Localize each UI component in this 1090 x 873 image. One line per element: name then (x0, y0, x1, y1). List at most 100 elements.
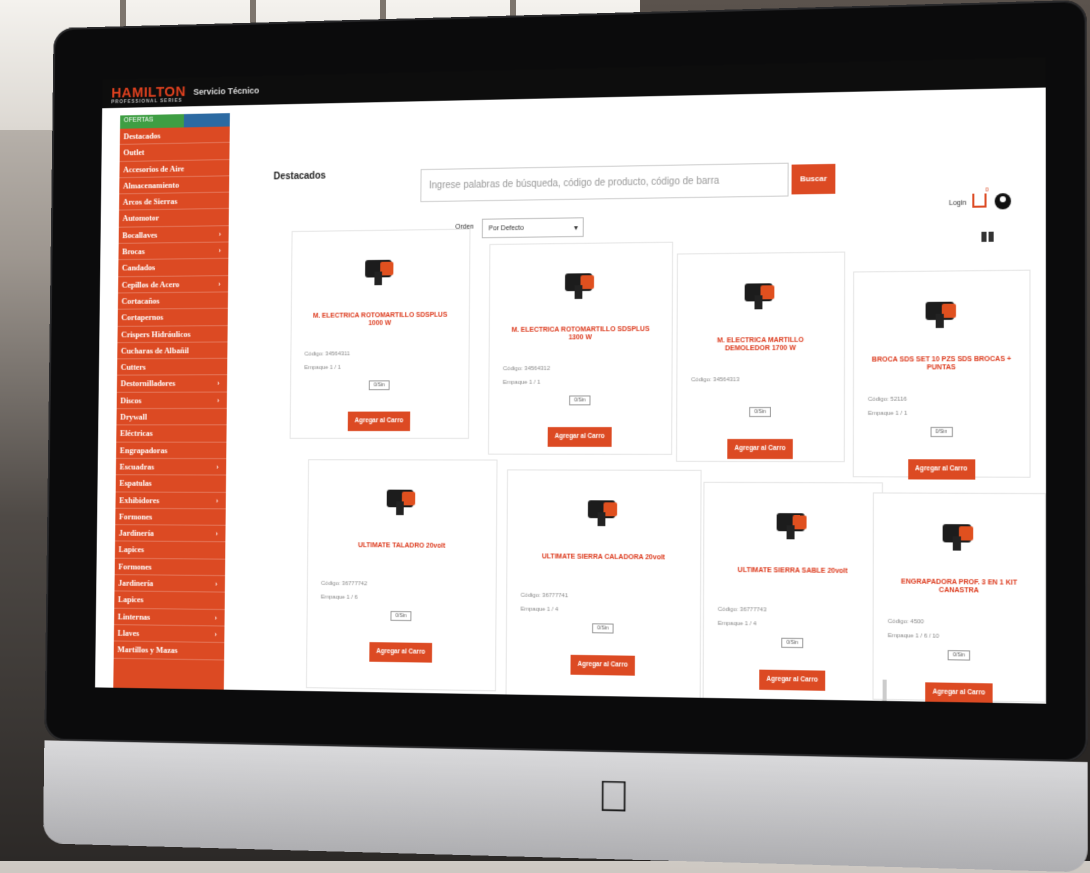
search-button[interactable]: Buscar (791, 163, 836, 195)
product-card[interactable]: ULTIMATE SIERRA CALADORA 20volt Código: 3… (505, 469, 702, 704)
cart-icon[interactable] (972, 193, 987, 208)
sidebar-item[interactable]: Eléctricas (116, 425, 227, 443)
sidebar-item[interactable]: Outlet (119, 143, 230, 162)
product-image[interactable] (937, 516, 982, 551)
product-name[interactable]: M. ELECTRICA ROTOMARTILLO SDSPLUS 1000 W (309, 312, 451, 329)
sidebar-item[interactable]: Linternas › (114, 608, 225, 627)
sidebar-item[interactable]: Candados (118, 259, 229, 277)
product-image[interactable] (582, 492, 625, 527)
sidebar-item[interactable]: Engrapadoras (116, 442, 227, 460)
sidebar-item[interactable]: Lapices (114, 591, 225, 610)
product-card[interactable]: ENGRAPADORA PROF. 3 EN 1 KIT CANASTRA Cód… (872, 492, 1047, 704)
sidebar-item[interactable]: Jardinería › (115, 525, 226, 543)
sidebar-item[interactable]: Cutters (117, 358, 228, 377)
nav-link-servicio-tecnico[interactable]: Servicio Técnico (193, 86, 259, 97)
product-card[interactable]: M. ELECTRICA ROTOMARTILLO SDSPLUS 1000 W… (289, 228, 471, 439)
product-name[interactable]: ULTIMATE SIERRA SABLE 20volt (722, 567, 864, 576)
sidebar-item[interactable]: Cucharas de Albañil (117, 342, 228, 360)
product-card[interactable]: ULTIMATE SIERRA SABLE 20volt Código: 3677… (702, 481, 883, 704)
tool-handle-shape (935, 313, 944, 329)
quantity-field[interactable]: 0/Sin (592, 623, 614, 634)
add-to-cart-button[interactable]: Agregar al Carro (547, 427, 612, 447)
order-select[interactable]: Por Defecto (481, 217, 584, 239)
product-name[interactable]: ENGRAPADORA PROF. 3 EN 1 KIT CANASTRA (891, 578, 1028, 596)
sidebar-item-label: Arcos de Sierras (122, 196, 178, 207)
chevron-right-icon: › (215, 578, 218, 588)
quantity-field[interactable]: 0/Sin (569, 395, 591, 406)
scrollbar[interactable] (882, 679, 887, 704)
sidebar-item[interactable]: Arcos de Sierras (119, 192, 230, 211)
sidebar-item[interactable]: Automotor (118, 209, 229, 228)
login-link[interactable]: Login (949, 200, 966, 207)
product-pack: Empaque 1 / 1 (304, 365, 341, 371)
add-to-cart-button[interactable]: Agregar al Carro (759, 669, 826, 691)
add-to-cart-button[interactable]: Agregar al Carro (570, 654, 635, 676)
product-name[interactable]: BROCA SDS SET 10 PZS SDS BROCAS + PUNTAS (871, 356, 1011, 373)
sidebar-tab-ofertas[interactable]: OFERTAS (120, 114, 184, 129)
quantity-field[interactable]: 0/Sin (749, 407, 772, 418)
product-image[interactable] (771, 505, 815, 540)
search-input[interactable]: Ingrese palabras de búsqueda, código de … (420, 162, 789, 203)
sidebar-tab-blue[interactable] (183, 113, 230, 128)
sidebar-item-label: Lapices (117, 594, 144, 605)
sidebar-item[interactable]: Brocas › (118, 242, 229, 261)
sidebar-item[interactable]: Almacenamiento (119, 176, 230, 195)
chevron-right-icon: › (217, 378, 220, 388)
brand-logo[interactable]: HAMILTON PROFESSIONAL SERIES (111, 84, 186, 106)
sidebar-item-label: Destacados (123, 130, 161, 142)
product-card[interactable]: M. ELECTRICA ROTOMARTILLO SDSPLUS 1300 W… (487, 241, 674, 455)
chevron-right-icon: › (215, 495, 219, 505)
add-to-cart-button[interactable]: Agregar al Carro (347, 411, 411, 432)
quantity-field[interactable]: 0/Sin (368, 380, 390, 391)
product-code: Código: 36777743 (717, 606, 767, 614)
sidebar-item[interactable]: Escuadras › (115, 458, 227, 476)
add-to-cart-button[interactable]: Agregar al Carro (369, 642, 433, 663)
sidebar-item-label: Crispers Hidráulicos (121, 328, 191, 339)
product-code: Código: 36777742 (320, 580, 368, 588)
add-to-cart-button[interactable]: Agregar al Carro (925, 682, 993, 704)
product-card[interactable]: ULTIMATE TALADRO 20volt Código: 36777742 E… (305, 459, 498, 692)
chevron-right-icon: › (218, 278, 221, 288)
sidebar-item[interactable]: Bocallaves › (118, 225, 229, 244)
sidebar-item-label: Cutters (120, 362, 146, 372)
product-image[interactable] (359, 252, 401, 286)
sidebar-item[interactable]: Drywall (116, 408, 227, 426)
product-name[interactable]: M. ELECTRICA ROTOMARTILLO SDSPLUS 1300 W (508, 326, 654, 343)
sidebar-item[interactable]: Jardinería › (114, 575, 226, 593)
sidebar-item[interactable]: Crispers Hidráulicos (117, 325, 228, 343)
grid-view-icon[interactable] (981, 231, 994, 242)
quantity-field[interactable]: 0/Sin (947, 650, 971, 661)
product-image[interactable] (559, 265, 602, 299)
product-pack: Empaque 1 / 4 (520, 606, 559, 613)
sidebar-item[interactable]: Cepillos de Acero › (118, 275, 229, 294)
quantity-field[interactable]: 0/Sin (781, 637, 804, 649)
sidebar-item[interactable]: Formones (115, 508, 226, 526)
quantity-field[interactable]: 0/Sin (930, 426, 953, 438)
sidebar-item[interactable]: Formones (114, 558, 226, 577)
sidebar-item[interactable]: Martillos y Mazas (113, 641, 225, 660)
add-to-cart-button[interactable]: Agregar al Carro (727, 438, 793, 460)
product-image[interactable] (739, 275, 783, 310)
quantity-field[interactable]: 0/Sin (390, 611, 412, 622)
sidebar-item[interactable]: Accesorios de Aire (119, 159, 230, 179)
product-image[interactable] (381, 482, 423, 516)
sidebar-item[interactable]: Destornilladores › (116, 375, 228, 393)
product-name[interactable]: ULTIMATE TALADRO 20volt (327, 542, 477, 551)
sidebar-item[interactable]: Lapices (114, 541, 226, 560)
product-card[interactable]: M. ELECTRICA MARTILLO DEMOLEDOR 1700 W Có… (676, 251, 846, 463)
product-name[interactable]: M. ELECTRICA MARTILLO DEMOLEDOR 1700 W (694, 337, 827, 354)
product-image[interactable] (919, 294, 964, 329)
add-to-cart-button[interactable]: Agregar al Carro (907, 459, 975, 480)
sidebar-item[interactable]: Llaves › (113, 624, 225, 644)
sidebar-item[interactable]: Cortacaños (117, 292, 229, 310)
product-name[interactable]: ULTIMATE SIERRA CALADORA 20volt (526, 553, 680, 562)
product-pack: Empaque 1 / 4 (717, 620, 757, 628)
user-icon[interactable] (994, 193, 1012, 210)
sidebar-item[interactable]: Discos › (116, 392, 227, 410)
sidebar-item[interactable]: Exhibidores › (115, 492, 226, 510)
sidebar-item-label: Outlet (123, 147, 145, 158)
product-card[interactable]: BROCA SDS SET 10 PZS SDS BROCAS + PUNTAS… (852, 269, 1031, 480)
sidebar-item[interactable]: Espatulas (115, 475, 227, 493)
chevron-right-icon: › (214, 612, 218, 622)
sidebar-item[interactable]: Cortapernos (117, 309, 228, 327)
